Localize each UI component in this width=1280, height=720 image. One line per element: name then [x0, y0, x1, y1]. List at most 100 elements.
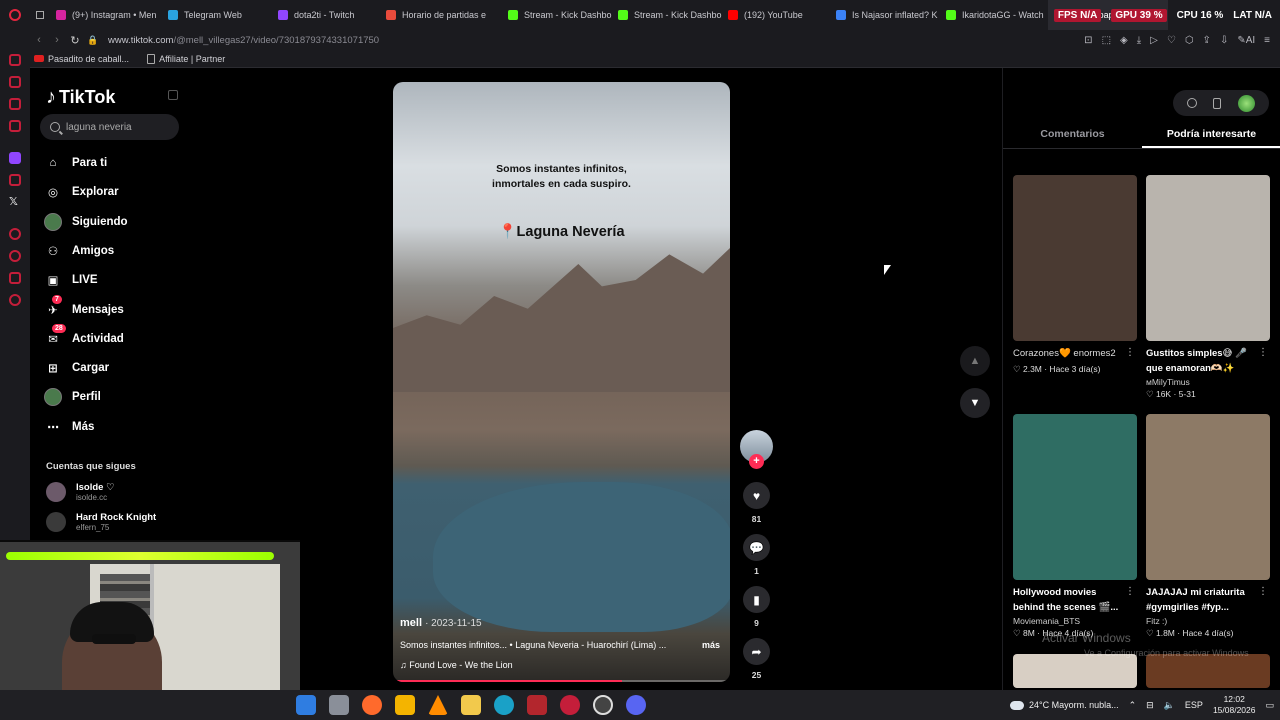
browser-tab[interactable]: Stream - Kick Dashbo: [502, 0, 612, 30]
more-options-icon[interactable]: ⋮: [1125, 347, 1135, 358]
share-icon[interactable]: ⇪: [1203, 35, 1211, 46]
language-indicator[interactable]: ESP: [1185, 700, 1203, 710]
more-options-icon[interactable]: ⋮: [1258, 347, 1268, 358]
chrome-icon[interactable]: [395, 695, 415, 715]
obs-icon[interactable]: [593, 695, 613, 715]
next-video-button[interactable]: ▼: [960, 388, 990, 418]
video-thumbnail[interactable]: [1013, 175, 1137, 341]
more-options-icon[interactable]: ⋮: [1125, 586, 1135, 597]
nav-item-mensajes[interactable]: ✈ 7 Mensajes: [44, 294, 124, 321]
previous-video-button[interactable]: ▲: [960, 346, 990, 376]
share-action[interactable]: ➦ 25: [743, 638, 770, 680]
bookmark-item[interactable]: Pasadito de caball...: [34, 54, 129, 64]
card-author[interactable]: Fitz :): [1146, 616, 1270, 626]
browser-tab[interactable]: (9+) Instagram • Men: [50, 0, 162, 30]
nav-item-live[interactable]: ▣ LIVE: [44, 269, 98, 291]
volume-icon[interactable]: 🔈: [1164, 700, 1175, 711]
device-icon[interactable]: [1213, 97, 1222, 109]
edge-icon[interactable]: [494, 695, 514, 715]
save-action[interactable]: ▮ 9: [743, 586, 770, 628]
home-sidebar-icon[interactable]: [9, 54, 21, 66]
more-options-icon[interactable]: ⋮: [1258, 586, 1268, 597]
bookmark-icon[interactable]: ⊡: [1084, 35, 1092, 46]
whatsapp-sidebar-icon[interactable]: [9, 120, 21, 132]
vlc-icon[interactable]: [428, 695, 448, 715]
extensions-icon[interactable]: ⬡: [1185, 35, 1194, 46]
browser-tab[interactable]: (192) YouTube: [722, 0, 830, 30]
tab-comments[interactable]: Comentarios: [1003, 123, 1142, 148]
comment-icon[interactable]: 💬: [743, 534, 770, 561]
messenger-sidebar-icon[interactable]: [9, 98, 21, 110]
video-progress[interactable]: [393, 680, 730, 682]
opera-logo-icon[interactable]: [0, 0, 30, 30]
card-author[interactable]: Moviemania_BTS: [1013, 616, 1137, 626]
suggested-peek-thumbnail[interactable]: [1146, 654, 1270, 688]
play-icon[interactable]: ▷: [1150, 35, 1158, 46]
collapse-sidebar-icon[interactable]: [168, 90, 178, 100]
suggested-video-card[interactable]: ⋮ Gustitos simples😅 🎤 que enamoran🫶🏻✨ ᴍMil…: [1146, 175, 1270, 400]
ai-icon[interactable]: ✎AI: [1237, 35, 1255, 46]
suggested-video-card[interactable]: ⋮ Corazones🧡 enormes2 ♡ 2.3M · Hace 3 día(…: [1013, 175, 1137, 375]
profile-avatar[interactable]: [1237, 94, 1255, 112]
menu-icon[interactable]: ≡: [1264, 35, 1270, 46]
nav-item-cargar[interactable]: ⊞ Cargar: [44, 357, 109, 379]
history-sidebar-icon[interactable]: [9, 250, 21, 262]
weather-widget[interactable]: 24°C Mayorm. nubla...: [1009, 700, 1119, 710]
card-author[interactable]: ᴍMilyTimus: [1146, 377, 1270, 387]
discord-icon[interactable]: [626, 695, 646, 715]
x-sidebar-icon[interactable]: 𝕏: [9, 195, 18, 208]
bookmark-item[interactable]: Affiliate | Partner: [147, 53, 225, 64]
notifications-icon[interactable]: ▭: [1265, 700, 1274, 711]
settings-sidebar-icon[interactable]: [9, 294, 21, 306]
nav-item-perfil[interactable]: Perfil: [44, 386, 101, 408]
nav-item-para-ti[interactable]: ⌂ Para ti: [44, 152, 108, 174]
player-sidebar-icon[interactable]: [9, 228, 21, 240]
browser-tab[interactable]: Is Najasor inflated? K: [830, 0, 940, 30]
nav-item-actividad[interactable]: ✉ 28 Actividad: [44, 323, 124, 350]
explore-icon[interactable]: [1187, 98, 1198, 108]
tab-suggested[interactable]: Podría interesarte: [1142, 123, 1280, 148]
video-thumbnail[interactable]: [1146, 175, 1270, 341]
chat-sidebar-icon[interactable]: [9, 272, 21, 284]
reload-icon[interactable]: ↻: [66, 30, 84, 50]
heart-icon[interactable]: ♥: [743, 482, 770, 509]
browser-tab[interactable]: Horario de partidas e: [380, 0, 502, 30]
video-music[interactable]: ♫ Found Love - We the Lion: [400, 660, 513, 670]
browser-tab[interactable]: IkaridotaGG - Watch: [940, 0, 1048, 30]
like-action[interactable]: ♥ 81: [743, 482, 770, 524]
opera-taskbar-icon[interactable]: [560, 695, 580, 715]
bookmark-save-icon[interactable]: ▮: [743, 586, 770, 613]
clock[interactable]: 12:02 15/08/2026: [1213, 694, 1256, 716]
author-name[interactable]: mell: [400, 617, 422, 629]
followed-account[interactable]: Isolde ♡ isolde.cc: [46, 482, 115, 502]
url-field[interactable]: www.tiktok.com/@mell_villegas27/video/73…: [108, 35, 379, 46]
video-thumbnail[interactable]: [1146, 414, 1270, 580]
snapshot-icon[interactable]: ⬚: [1102, 35, 1111, 46]
comment-action[interactable]: 💬 1: [743, 534, 770, 576]
aria-sidebar-icon[interactable]: [9, 76, 21, 88]
network-icon[interactable]: ⊟: [1146, 700, 1154, 711]
heart-icon[interactable]: ♡: [1167, 35, 1176, 46]
files-icon[interactable]: [461, 695, 481, 715]
suggested-video-card[interactable]: ⋮ JAJAJAJ mi criaturita #gymgirlies #fyp.…: [1146, 414, 1270, 639]
nav-item-explorar[interactable]: ◎ Explorar: [44, 181, 119, 203]
explorer-icon[interactable]: [329, 695, 349, 715]
forward-button[interactable]: ›: [48, 30, 66, 50]
tiktok-logo[interactable]: ♪ TikTok: [46, 86, 115, 109]
tray-chevron-icon[interactable]: ⌃: [1129, 700, 1137, 711]
dota-icon[interactable]: [527, 695, 547, 715]
video-author[interactable]: mell · 2023-11-15: [400, 617, 482, 629]
nav-item-amigos[interactable]: ⚇ Amigos: [44, 240, 114, 262]
shield-icon[interactable]: ◈: [1120, 35, 1128, 46]
video-thumbnail[interactable]: [1013, 414, 1137, 580]
workspace-icon[interactable]: [30, 0, 50, 30]
downloads-icon[interactable]: ⇩: [1220, 35, 1228, 46]
suggested-peek-thumbnail[interactable]: [1013, 654, 1137, 688]
back-button[interactable]: ‹: [30, 30, 48, 50]
nav-item-siguiendo[interactable]: Siguiendo: [44, 211, 128, 233]
more-button[interactable]: más: [702, 640, 720, 650]
follow-plus-button[interactable]: +: [749, 454, 764, 469]
percent-sidebar-icon[interactable]: [9, 174, 21, 186]
outlook-icon[interactable]: [296, 695, 316, 715]
followed-account[interactable]: Hard Rock Knight elfern_75: [46, 512, 156, 532]
